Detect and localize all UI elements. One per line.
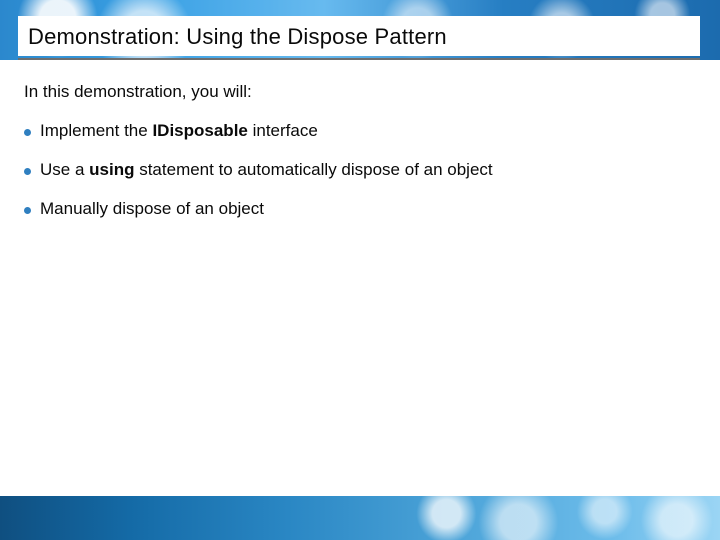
footer-decorative-strip [0,496,720,540]
bullet-text-bold: IDisposable [152,121,247,140]
bullet-item: Use a using statement to automatically d… [24,159,692,182]
intro-text: In this demonstration, you will: [24,82,692,102]
slide-title: Demonstration: Using the Dispose Pattern [28,24,690,50]
bullet-text-post: interface [248,121,318,140]
bullet-text-post: statement to automatically dispose of an… [134,160,492,179]
bullet-text-pre: Use a [40,160,89,179]
bullet-text-pre: Manually dispose of an object [40,199,264,218]
title-band: Demonstration: Using the Dispose Pattern [18,16,700,56]
slide-body: In this demonstration, you will: Impleme… [24,82,692,237]
bullet-list: Implement the IDisposable interface Use … [24,120,692,221]
bullet-item: Implement the IDisposable interface [24,120,692,143]
slide: Demonstration: Using the Dispose Pattern… [0,0,720,540]
bullet-text-pre: Implement the [40,121,152,140]
bullet-item: Manually dispose of an object [24,198,692,221]
title-underline [18,58,700,60]
bullet-text-bold: using [89,160,134,179]
